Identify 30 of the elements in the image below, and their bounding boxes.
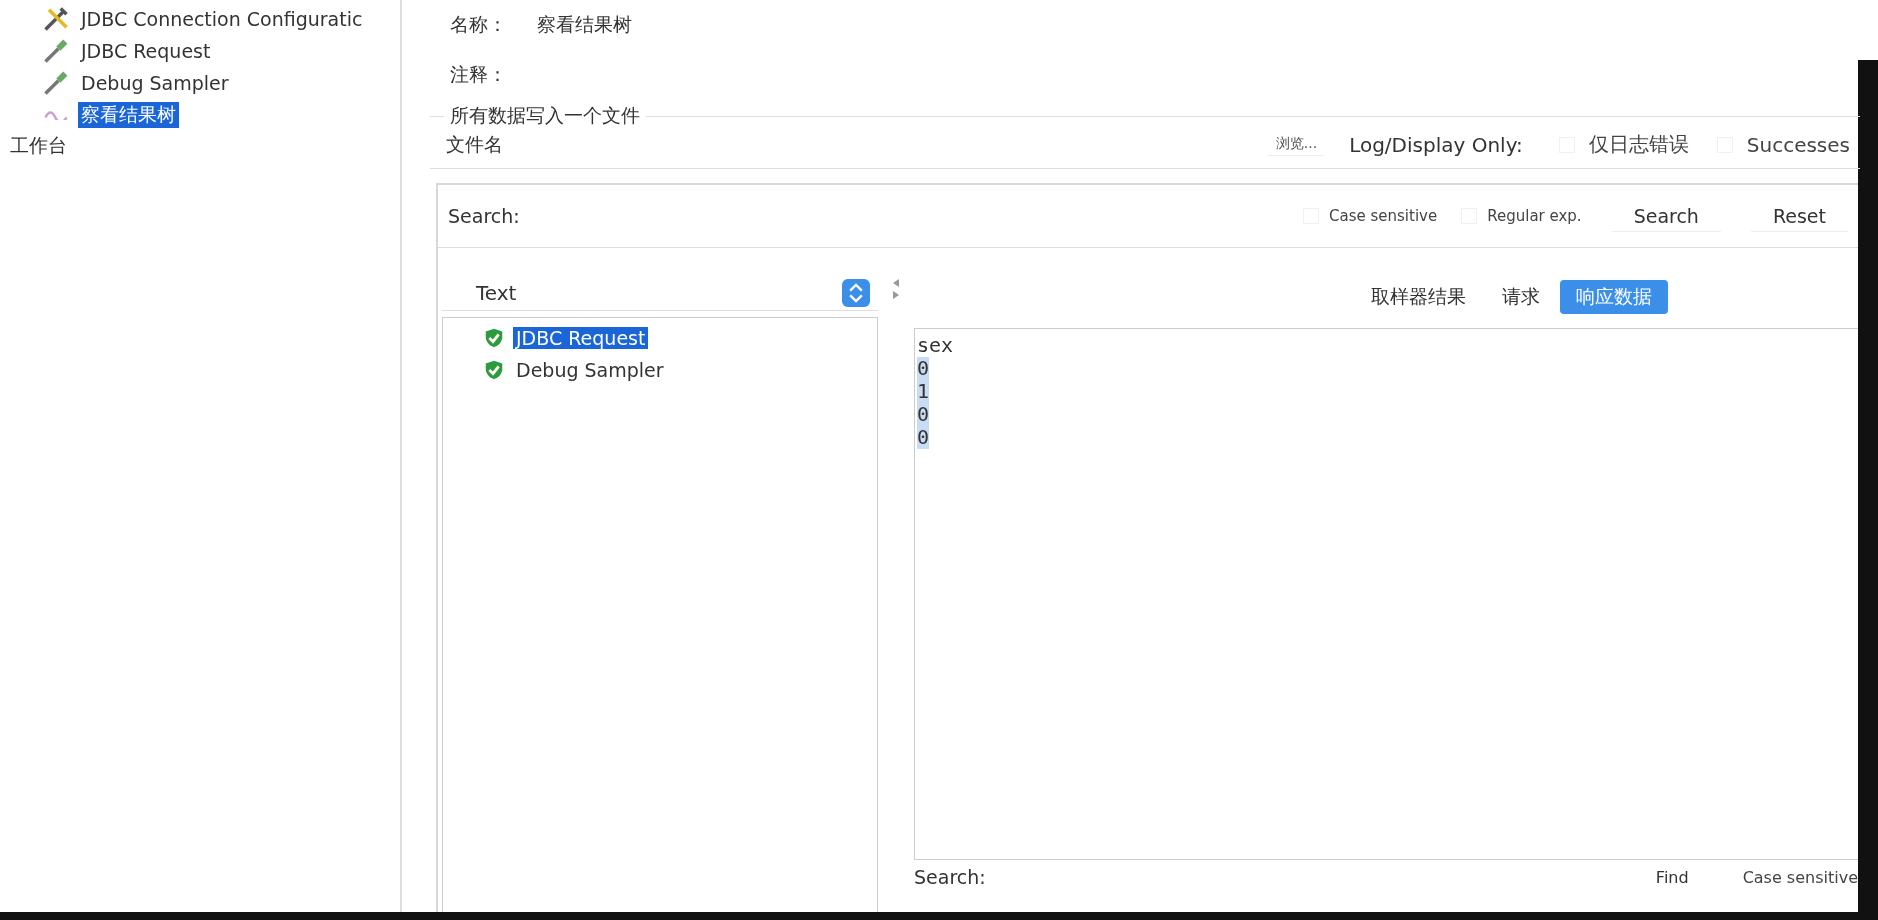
checkbox-label: Regular exp. <box>1487 207 1582 225</box>
name-label: 名称： <box>450 12 507 37</box>
tools-icon <box>42 5 70 33</box>
search-label: Search: <box>914 866 986 888</box>
tree-item[interactable]: 察看结果树 <box>78 102 179 128</box>
name-field[interactable]: 察看结果树 <box>537 12 632 38</box>
log-label: Log/Display Only: <box>1349 132 1523 157</box>
checkbox-label: Case sensitive <box>1742 867 1858 887</box>
tree-item[interactable]: JDBC Request <box>78 40 214 62</box>
tree-item[interactable]: JDBC Connection Configuratic <box>78 8 366 30</box>
result-item[interactable]: JDBC Request <box>513 327 649 349</box>
checkbox-label: 仅日志错误 <box>1588 131 1689 158</box>
tree-item[interactable]: 工作台 <box>0 133 67 159</box>
result-item[interactable]: Debug Sampler <box>513 359 667 381</box>
pipette-icon <box>42 69 70 97</box>
tree-item[interactable]: Debug Sampler <box>78 72 232 94</box>
wave-icon <box>42 110 70 120</box>
shield-check-icon <box>483 327 505 349</box>
collapse-arrows-icon[interactable] <box>891 276 901 302</box>
pipette-icon <box>42 37 70 65</box>
response-line: sex <box>917 334 954 357</box>
checkbox-label: Case sensitive <box>1329 207 1438 225</box>
search-label: Search: <box>448 205 520 227</box>
comment-label: 注释： <box>450 62 507 87</box>
shield-check-icon <box>483 359 505 381</box>
file-label: 文件名 <box>446 131 503 157</box>
dropdown-arrows-icon <box>842 278 870 308</box>
browse-button[interactable]: 浏览... <box>1267 133 1326 156</box>
checkbox-label: Successes <box>1746 132 1850 157</box>
renderer-dropdown[interactable]: Text <box>442 276 878 311</box>
